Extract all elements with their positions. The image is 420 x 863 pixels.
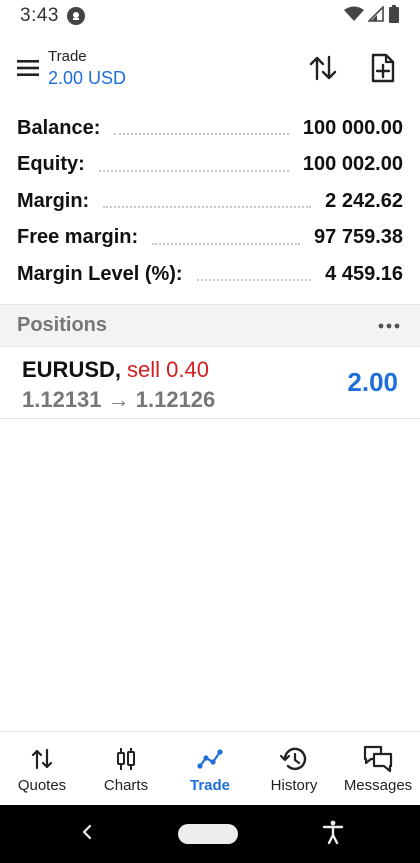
nav-label: History	[270, 776, 318, 794]
dotted-leader	[152, 242, 301, 245]
equity-row: Equity: 100 002.00	[0, 147, 420, 184]
status-time: 3:43	[20, 5, 59, 26]
app-actions	[300, 45, 406, 91]
dotted-leader	[114, 133, 289, 136]
positions-more-button[interactable]	[375, 312, 403, 340]
more-horizontal-icon	[378, 323, 400, 328]
summary-value: 100 000.00	[302, 116, 403, 139]
back-button[interactable]	[80, 823, 94, 846]
position-row[interactable]: EURUSD, sell 0.40 1.12131 → 1.12126 2.00	[0, 347, 420, 419]
summary-label: Margin Level (%):	[17, 262, 183, 285]
margin-row: Margin: 2 242.62	[0, 183, 420, 220]
nav-label: Charts	[103, 776, 149, 794]
system-navigation-bar	[0, 805, 420, 863]
accessibility-button[interactable]	[322, 820, 344, 849]
notification-app-icon	[66, 7, 85, 25]
status-bar: 3:43	[0, 0, 420, 32]
position-profit: 2.00	[347, 367, 398, 397]
add-document-icon	[371, 53, 395, 83]
back-chevron-icon	[82, 824, 92, 839]
position-title-line: EURUSD, sell 0.40	[22, 357, 398, 383]
account-title[interactable]: Trade 2.00 USD	[48, 48, 126, 89]
status-indicators	[344, 4, 400, 28]
summary-label: Free margin:	[17, 226, 139, 249]
summary-value: 97 759.38	[314, 226, 403, 249]
profit-total: 2.00 USD	[48, 67, 127, 88]
nav-label: Messages	[343, 776, 413, 794]
hamburger-icon	[17, 60, 39, 76]
free-margin-row: Free margin: 97 759.38	[0, 220, 420, 257]
home-pill-button[interactable]	[178, 824, 238, 844]
position-prices: 1.12131 → 1.12126	[22, 387, 216, 412]
signal-icon	[367, 4, 384, 27]
nav-label: Quotes	[17, 776, 67, 794]
margin-level-row: Margin Level (%): 4 459.16	[0, 256, 420, 293]
nav-item-history[interactable]: History	[252, 732, 336, 805]
summary-value: 100 002.00	[302, 153, 403, 176]
summary-label: Margin:	[17, 189, 90, 212]
nav-item-charts[interactable]: Charts	[84, 732, 168, 805]
accessibility-icon	[322, 820, 344, 844]
dotted-leader	[98, 169, 289, 172]
account-summary: Balance: 100 000.00 Equity: 100 002.00 M…	[0, 110, 420, 293]
messages-icon	[363, 744, 393, 774]
page-title: Trade	[48, 47, 87, 65]
sort-button[interactable]	[300, 45, 346, 91]
sort-arrows-icon	[309, 55, 337, 81]
history-icon	[280, 744, 308, 774]
battery-icon	[388, 4, 400, 28]
position-side-volume: sell 0.40	[127, 357, 209, 382]
summary-label: Equity:	[17, 153, 85, 176]
nav-label: Trade	[189, 776, 231, 794]
balance-row: Balance: 100 000.00	[0, 110, 420, 147]
app-bar: Trade 2.00 USD	[0, 32, 420, 104]
summary-label: Balance:	[17, 116, 101, 139]
menu-button[interactable]	[4, 44, 52, 92]
new-order-button[interactable]	[360, 45, 406, 91]
summary-value: 4 459.16	[325, 262, 403, 285]
wifi-icon	[344, 6, 364, 27]
bottom-navigation: Quotes Charts Trade History Messages	[0, 731, 420, 805]
quotes-icon	[31, 744, 53, 774]
positions-header: Positions	[0, 304, 420, 347]
summary-value: 2 242.62	[325, 189, 403, 212]
positions-title: Positions	[17, 314, 108, 336]
position-symbol: EURUSD,	[22, 357, 122, 382]
charts-icon	[114, 744, 138, 774]
nav-item-quotes[interactable]: Quotes	[0, 732, 84, 805]
dotted-leader	[196, 279, 312, 282]
trade-icon	[197, 744, 223, 774]
dotted-leader	[103, 206, 312, 209]
nav-item-trade[interactable]: Trade	[168, 732, 252, 805]
nav-item-messages[interactable]: Messages	[336, 732, 420, 805]
